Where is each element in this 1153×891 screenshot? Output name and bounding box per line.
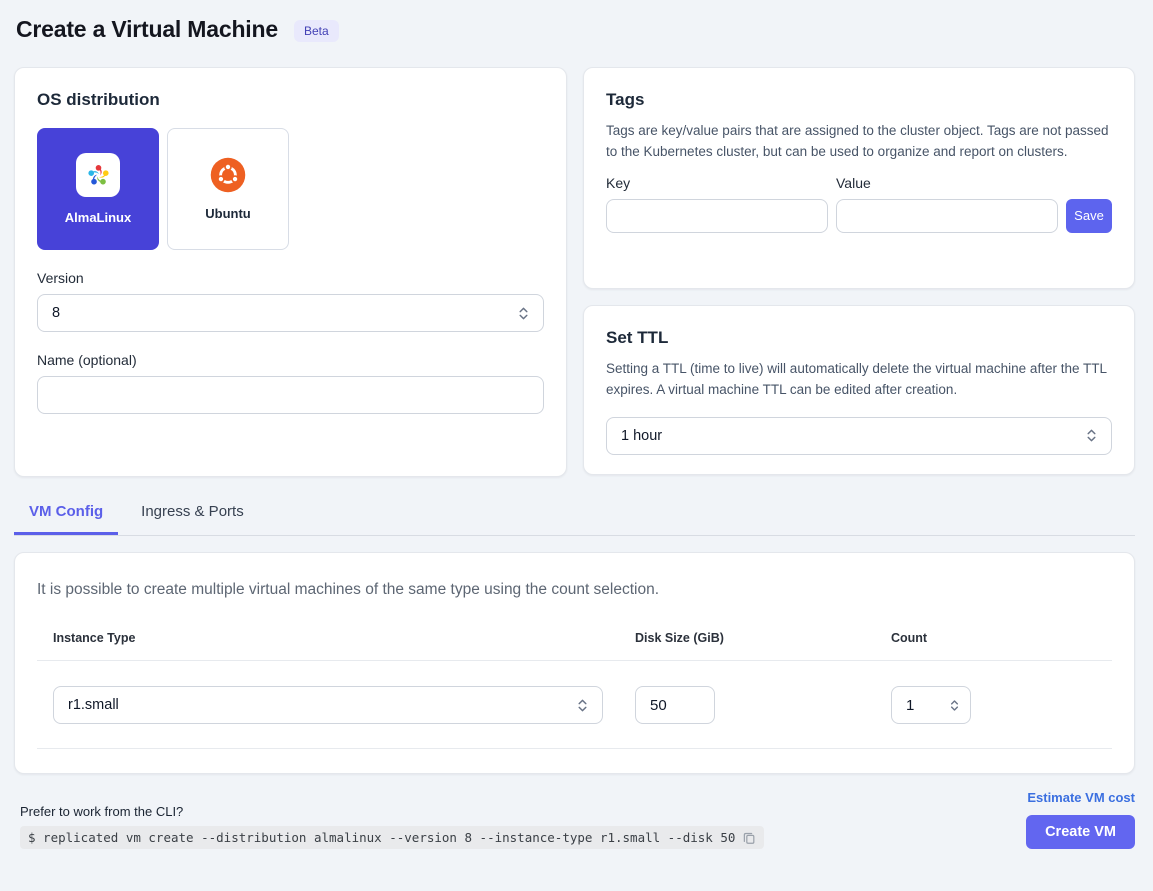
tags-card-description: Tags are key/value pairs that are assign… — [606, 121, 1112, 163]
instance-type-value: r1.small — [68, 697, 119, 713]
column-disk-size: Disk Size (GiB) — [619, 631, 875, 645]
os-tile-ubuntu[interactable]: Ubuntu — [167, 128, 289, 250]
os-tile-almalinux[interactable]: AlmaLinux — [37, 128, 159, 250]
beta-badge: Beta — [294, 20, 339, 42]
right-column: Tags Tags are key/value pairs that are a… — [583, 67, 1135, 477]
chevron-up-down-icon — [948, 699, 961, 712]
ttl-card-description: Setting a TTL (time to live) will automa… — [606, 359, 1112, 401]
copy-icon[interactable] — [742, 831, 756, 845]
page-header: Create a Virtual Machine Beta — [0, 0, 1153, 43]
save-tag-button[interactable]: Save — [1066, 199, 1112, 233]
vm-config-card: It is possible to create multiple virtua… — [14, 552, 1135, 774]
version-select[interactable]: 8 — [37, 294, 544, 332]
column-count: Count — [875, 631, 1112, 645]
page-footer: Prefer to work from the CLI? $ replicate… — [14, 790, 1135, 849]
os-tiles: AlmaLinux Ubuntu — [37, 128, 544, 250]
tag-form: Key Value Save — [606, 175, 1112, 233]
os-card-title: OS distribution — [37, 90, 544, 110]
create-vm-button[interactable]: Create VM — [1026, 815, 1135, 849]
disk-size-input[interactable] — [635, 686, 715, 724]
tag-value-input[interactable] — [836, 199, 1058, 233]
tab-ingress-ports[interactable]: Ingress & Ports — [126, 503, 259, 535]
chevron-up-down-icon — [516, 306, 531, 321]
os-distribution-card: OS distribution AlmaLinux — [14, 67, 567, 477]
disk-size-cell — [619, 686, 875, 724]
instance-type-cell: r1.small — [37, 686, 619, 724]
tag-value-column: Value — [836, 175, 1058, 233]
almalinux-logo-icon — [76, 153, 120, 197]
page-title: Create a Virtual Machine — [16, 16, 278, 43]
os-tile-label: Ubuntu — [205, 206, 250, 221]
tag-key-column: Key — [606, 175, 828, 233]
cli-block: Prefer to work from the CLI? $ replicate… — [14, 804, 764, 849]
chevron-up-down-icon — [1084, 428, 1099, 443]
count-stepper[interactable]: 1 — [891, 686, 971, 724]
count-cell: 1 — [875, 686, 1112, 724]
ttl-select[interactable]: 1 hour — [606, 417, 1112, 455]
cli-prompt: Prefer to work from the CLI? — [20, 804, 764, 819]
vm-table-row: r1.small 1 — [37, 661, 1112, 749]
ttl-card-title: Set TTL — [606, 328, 1112, 348]
config-tabs: VM Config Ingress & Ports — [14, 503, 1135, 536]
instance-type-select[interactable]: r1.small — [53, 686, 603, 724]
key-label: Key — [606, 175, 828, 191]
os-tile-label: AlmaLinux — [65, 210, 131, 225]
tab-vm-config[interactable]: VM Config — [14, 503, 118, 535]
footer-actions: Estimate VM cost Create VM — [1026, 790, 1135, 849]
name-input[interactable] — [37, 376, 544, 414]
cli-command: $ replicated vm create --distribution al… — [28, 830, 735, 845]
count-value: 1 — [906, 697, 914, 714]
top-cards: OS distribution AlmaLinux — [14, 67, 1135, 477]
name-label: Name (optional) — [37, 352, 544, 368]
estimate-vm-cost-link[interactable]: Estimate VM cost — [1027, 790, 1135, 805]
chevron-up-down-icon — [575, 698, 590, 713]
version-select-value: 8 — [52, 305, 60, 321]
column-instance-type: Instance Type — [37, 631, 619, 645]
tag-key-input[interactable] — [606, 199, 828, 233]
vm-config-intro: It is possible to create multiple virtua… — [37, 581, 1112, 599]
version-label: Version — [37, 270, 544, 286]
ubuntu-logo-icon — [210, 157, 246, 193]
tags-card-title: Tags — [606, 90, 1112, 110]
ttl-select-value: 1 hour — [621, 428, 662, 444]
tags-card: Tags Tags are key/value pairs that are a… — [583, 67, 1135, 289]
value-label: Value — [836, 175, 1058, 191]
cli-snippet: $ replicated vm create --distribution al… — [20, 826, 764, 849]
vm-table-header: Instance Type Disk Size (GiB) Count — [37, 631, 1112, 661]
vm-table: Instance Type Disk Size (GiB) Count r1.s… — [37, 631, 1112, 749]
set-ttl-card: Set TTL Setting a TTL (time to live) wil… — [583, 305, 1135, 475]
